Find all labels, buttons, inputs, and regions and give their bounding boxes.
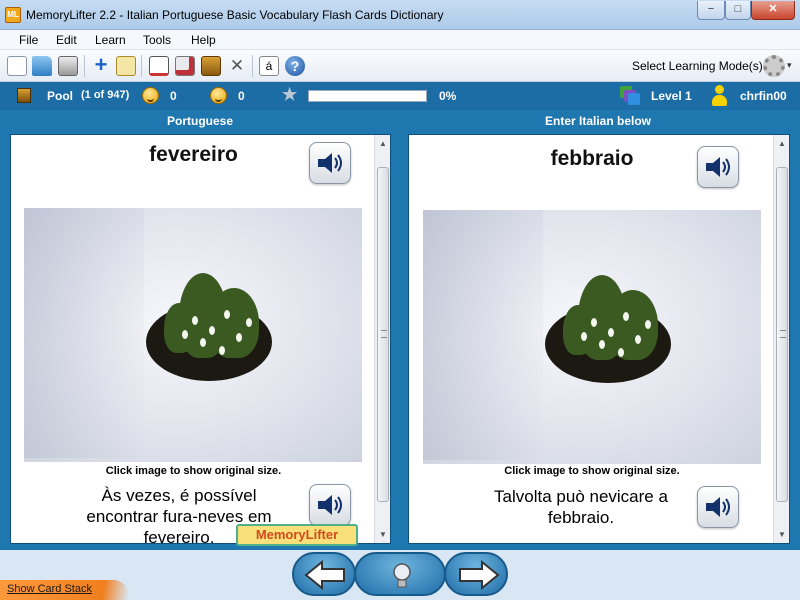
menu-help[interactable]: Help: [191, 33, 216, 47]
learning-mode-label[interactable]: Select Learning Mode(s): [632, 59, 763, 73]
answer-scrollbar[interactable]: ▲ ▼: [773, 135, 789, 543]
pool-box-icon[interactable]: [201, 56, 221, 76]
edit-card-icon[interactable]: [116, 56, 136, 76]
user-name[interactable]: chrfin00: [740, 89, 787, 103]
answer-sentence: Talvolta può nevicare a febbraio.: [494, 487, 668, 527]
smiley-happy-icon: [142, 87, 159, 104]
toolbar: + ✕ á ? Select Learning Mode(s) ▾: [0, 50, 800, 82]
card-stack-icon[interactable]: [175, 56, 195, 76]
progress-bar: [308, 90, 427, 102]
menu-learn[interactable]: Learn: [95, 33, 126, 47]
level-label: Level 1: [651, 89, 692, 103]
answer-audio-button[interactable]: [697, 146, 739, 188]
menu-tools[interactable]: Tools: [143, 33, 171, 47]
print-icon[interactable]: [58, 56, 78, 76]
menu-edit[interactable]: Edit: [56, 33, 77, 47]
close-button[interactable]: ✕: [751, 1, 795, 20]
title-bar: ML MemoryLifter 2.2 - Italian Portuguese…: [0, 0, 800, 30]
pool-count: (1 of 947): [81, 89, 130, 101]
user-icon: [711, 85, 727, 107]
menu-bar: File Edit Learn Tools Help: [0, 30, 800, 50]
new-document-icon[interactable]: [7, 56, 27, 76]
speaker-icon: [318, 495, 342, 515]
pool-label: Pool: [47, 89, 73, 103]
toolbar-separator: [141, 55, 142, 77]
star-icon: ★: [282, 85, 298, 104]
show-card-stack-tab[interactable]: Show Card Stack: [0, 580, 128, 600]
show-card-stack-link[interactable]: Show Card Stack: [7, 583, 92, 595]
wrong-count: 0: [238, 89, 245, 103]
toolbar-separator: [84, 55, 85, 77]
pool-box-icon: [17, 88, 31, 103]
window-title: MemoryLifter 2.2 - Italian Portuguese Ba…: [26, 8, 444, 22]
memorylifter-logo: MemoryLifter: [236, 524, 358, 546]
question-image[interactable]: [24, 208, 362, 462]
hint-button[interactable]: [354, 552, 446, 596]
status-bar: Pool (1 of 947) 0 0 ★ 0% Level 1 chrfin0…: [0, 82, 800, 110]
speaker-icon: [706, 157, 730, 177]
add-card-icon[interactable]: +: [91, 54, 111, 76]
special-character-icon[interactable]: á: [259, 56, 279, 76]
previous-card-button[interactable]: [292, 552, 356, 596]
smiley-sad-icon: [210, 87, 227, 104]
level-icon: [620, 86, 640, 105]
question-scrollbar[interactable]: ▲ ▼: [374, 135, 390, 543]
arrow-right-icon: [459, 560, 500, 590]
menu-file[interactable]: File: [19, 33, 38, 47]
settings-tools-icon[interactable]: ✕: [227, 56, 247, 76]
open-folder-icon[interactable]: [32, 56, 52, 76]
next-card-button[interactable]: [444, 552, 508, 596]
question-image-caption: Click image to show original size.: [105, 465, 282, 477]
help-icon[interactable]: ?: [285, 56, 305, 76]
toolbar-separator: [252, 55, 253, 77]
app-logo-icon: ML: [5, 7, 21, 23]
minimize-button[interactable]: −: [697, 1, 725, 20]
question-audio-button[interactable]: [309, 142, 351, 184]
speaker-icon: [706, 497, 730, 517]
answer-image-caption: Click image to show original size.: [504, 465, 680, 477]
question-card: fevereiro Click image to show original s…: [10, 134, 391, 544]
presentation-icon[interactable]: [149, 56, 169, 76]
card-area: Portuguese Enter Italian below fevereiro…: [0, 110, 800, 550]
question-sentence-audio-button[interactable]: [309, 484, 351, 526]
arrow-left-icon: [304, 560, 345, 590]
answer-column-header: Enter Italian below: [544, 114, 652, 128]
gear-icon[interactable]: [763, 55, 785, 77]
right-count: 0: [170, 89, 177, 103]
progress-text: 0%: [439, 89, 457, 103]
answer-sentence-audio-button[interactable]: [697, 486, 739, 528]
speaker-icon: [318, 153, 342, 173]
question-column-header: Portuguese: [166, 114, 233, 128]
maximize-button[interactable]: □: [725, 1, 751, 20]
answer-image[interactable]: [423, 210, 761, 464]
lightbulb-icon: [393, 563, 411, 588]
answer-card: febbraio Click image to show original si…: [408, 134, 790, 544]
chevron-down-icon[interactable]: ▾: [787, 60, 792, 71]
